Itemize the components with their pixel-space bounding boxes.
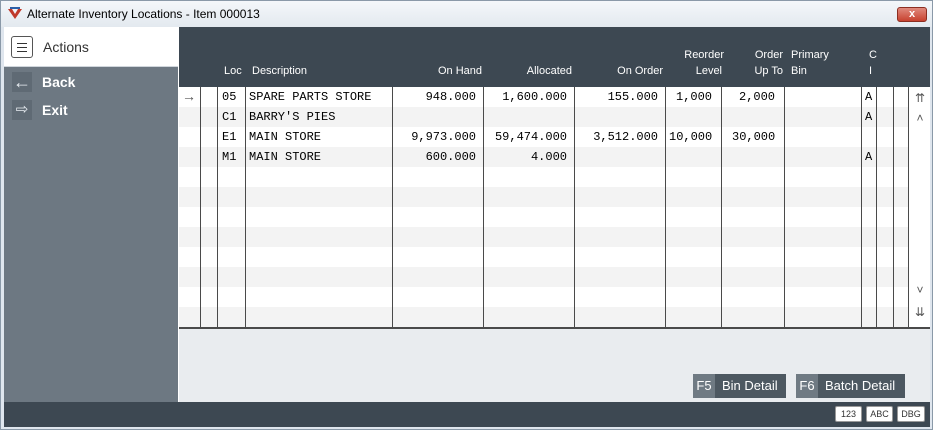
title-bar: Alternate Inventory Locations - Item 000… [1,1,932,27]
column-divider [200,87,201,327]
empty-row[interactable] [179,207,909,227]
empty-row[interactable] [179,287,909,307]
col-header-level[interactable]: Level [669,64,722,79]
cell-ci: A [865,110,873,124]
empty-row[interactable] [179,167,909,187]
cell-loc: M1 [222,150,237,164]
cell-ci: A [865,150,873,164]
col-header-description[interactable]: Description [252,64,307,79]
cell-on-hand: 600.000 [425,150,476,164]
exit-icon: ⇨ [12,100,32,120]
col-header-on-order[interactable]: On Order [592,64,663,79]
cell-loc: E1 [222,130,237,144]
current-row-arrow-icon: → [182,88,196,104]
column-divider [784,87,785,327]
scroll-down-icon[interactable]: ˅ [913,283,927,297]
column-divider [665,87,666,327]
sidebar-item-label: Exit [42,102,68,118]
back-arrow-icon: ← [12,72,32,92]
cell-ci: A [865,90,873,104]
column-divider [721,87,722,327]
app-logo-icon [8,7,22,19]
col-header-primary[interactable]: Primary [791,48,829,63]
scroll-top-icon[interactable]: ⇈ [913,91,927,105]
column-divider [217,87,218,327]
cell-description: MAIN STORE [249,130,322,144]
table-row[interactable]: → 05 SPARE PARTS STORE 948.000 1,600.000… [179,87,909,107]
table-row[interactable]: E1 MAIN STORE 9,973.000 59,474.000 3,512… [179,127,909,147]
f5-key: F5 [693,374,715,398]
actions-header[interactable]: Actions [4,27,178,67]
empty-row[interactable] [179,307,909,327]
column-divider [876,87,877,327]
cell-order-up-to: 2,000 [739,90,776,104]
col-header-loc[interactable]: Loc [224,64,242,79]
col-header-on-hand[interactable]: On Hand [422,64,482,79]
cell-loc: C1 [222,110,237,124]
table-row[interactable]: C1 BARRY'S PIES A [179,107,909,127]
batch-detail-label: Batch Detail [825,378,896,393]
f6-key: F6 [796,374,818,398]
sidebar: Actions ← Back ⇨ Exit [4,27,178,402]
bin-detail-button[interactable]: F5 Bin Detail [693,374,786,398]
window-title: Alternate Inventory Locations - Item 000… [27,7,260,21]
status-chip-numeric[interactable]: 123 [835,406,862,422]
cell-on-hand: 9,973.000 [411,130,476,144]
status-bar: 123 ABC DBG [4,402,930,427]
vertical-scrollbar[interactable]: ⇈ ˄ ˅ ⇊ [908,87,930,327]
inventory-grid: → 05 SPARE PARTS STORE 948.000 1,600.000… [179,87,930,327]
cell-allocated: 1,600.000 [502,90,567,104]
batch-detail-button[interactable]: F6 Batch Detail [796,374,905,398]
column-divider [483,87,484,327]
actions-label: Actions [43,39,89,55]
cell-loc: 05 [222,90,237,104]
column-divider [245,87,246,327]
cell-order-up-to: 30,000 [732,130,776,144]
cell-allocated: 4.000 [530,150,567,164]
col-header-c[interactable]: C [869,48,877,63]
bin-detail-label: Bin Detail [722,378,778,393]
menu-icon[interactable] [11,36,33,58]
cell-reorder-level: 1,000 [676,90,713,104]
scroll-bottom-icon[interactable]: ⇊ [913,305,927,319]
col-header-up-to[interactable]: Up To [735,64,783,79]
empty-row[interactable] [179,227,909,247]
status-chip-debug[interactable]: DBG [897,406,925,422]
cell-allocated: 59,474.000 [494,130,567,144]
window: Alternate Inventory Locations - Item 000… [0,0,933,430]
column-divider [574,87,575,327]
empty-row[interactable] [179,247,909,267]
cell-on-order: 155.000 [607,90,658,104]
column-divider [861,87,862,327]
col-header-reorder[interactable]: Reorder [669,48,724,63]
col-header-bin[interactable]: Bin [791,64,807,79]
sidebar-item-back[interactable]: ← Back [4,69,178,95]
col-header-allocated[interactable]: Allocated [502,64,572,79]
client-area: Actions ← Back ⇨ Exit Loc Description On… [4,27,930,427]
grid-header: Loc Description On Hand Allocated On Ord… [179,27,930,87]
empty-row[interactable] [179,267,909,287]
cell-reorder-level: 10,000 [669,130,713,144]
column-divider [893,87,894,327]
status-chip-alpha[interactable]: ABC [866,406,893,422]
detail-panel: F5 Bin Detail F6 Batch Detail [179,329,930,402]
cell-description: MAIN STORE [249,150,322,164]
column-divider [392,87,393,327]
close-button[interactable]: x [897,7,927,22]
sidebar-item-exit[interactable]: ⇨ Exit [4,97,178,123]
cell-description: SPARE PARTS STORE [249,90,372,104]
sidebar-item-label: Back [42,74,76,90]
col-header-order[interactable]: Order [735,48,783,63]
empty-row[interactable] [179,187,909,207]
table-row[interactable]: M1 MAIN STORE 600.000 4.000 A [179,147,909,167]
cell-description: BARRY'S PIES [249,110,336,124]
col-header-i[interactable]: I [869,64,872,79]
cell-on-hand: 948.000 [425,90,476,104]
scroll-up-icon[interactable]: ˄ [913,111,927,125]
cell-on-order: 3,512.000 [593,130,658,144]
